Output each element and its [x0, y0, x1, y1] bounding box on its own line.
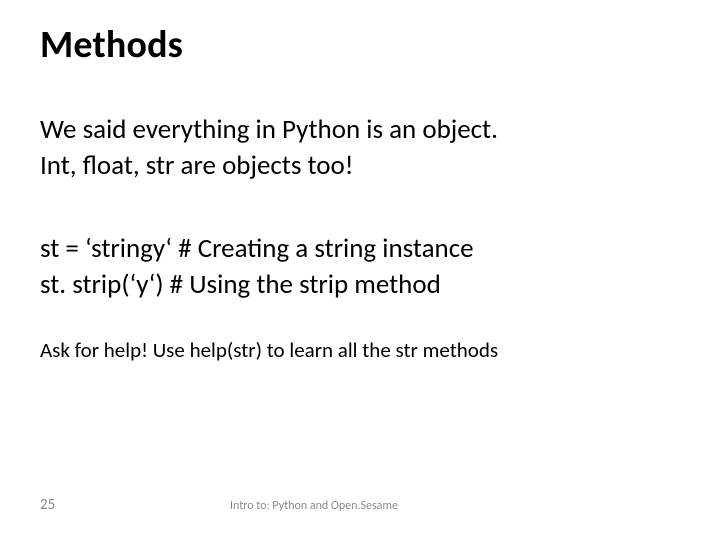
note-line: Ask for help! Use help(str) to learn all… [40, 337, 680, 364]
code-line: st. strip(‘y‘) # Using the strip method [40, 267, 680, 303]
footer-text: Intro to: Python and Open.Sesame [230, 499, 398, 513]
code-line: st = ‘stringy‘ # Creating a string insta… [40, 231, 680, 267]
body-line: Int, float, str are objects too! [40, 148, 680, 184]
body-block-1: We said everything in Python is an objec… [40, 112, 680, 183]
body-block-3: Ask for help! Use help(str) to learn all… [40, 337, 680, 364]
slide-title: Methods [40, 22, 680, 68]
slide: Methods We said everything in Python is … [0, 0, 720, 540]
footer: 25 Intro to: Python and Open.Sesame [40, 496, 680, 514]
page-number: 25 [40, 496, 230, 514]
body-line: We said everything in Python is an objec… [40, 112, 680, 148]
body-block-2: st = ‘stringy‘ # Creating a string insta… [40, 231, 680, 302]
